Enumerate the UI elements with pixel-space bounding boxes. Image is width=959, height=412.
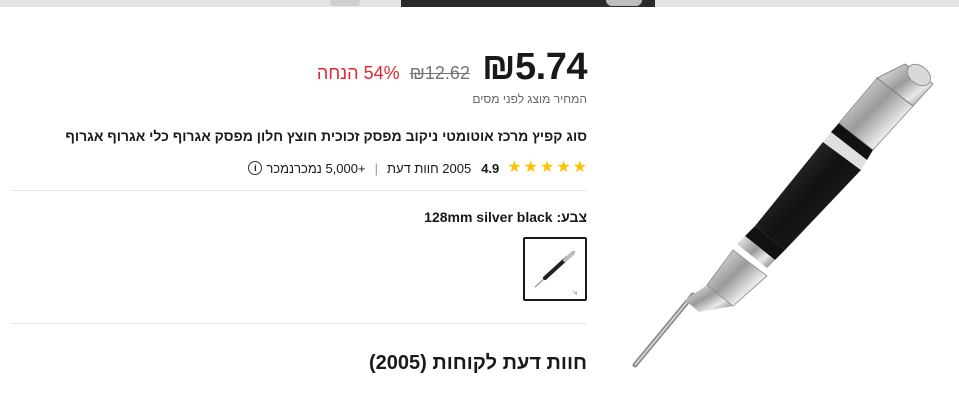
customer-reviews-heading: חוות דעת לקוחות (2005) bbox=[368, 352, 587, 374]
rating-stars[interactable]: ★ ★ ★ ★ ★ bbox=[507, 160, 587, 176]
rating-row: ★ ★ ★ ★ ★ 4.9 2005 חוות דעת | +5,000 נמכ… bbox=[12, 160, 587, 176]
divider bbox=[12, 323, 587, 324]
discount-badge: 54% הנחה bbox=[316, 63, 400, 83]
rating-value: 4.9 bbox=[481, 160, 500, 176]
meta-separator: | bbox=[374, 160, 378, 176]
color-selector-label: צבע: 128mm silver black bbox=[12, 209, 587, 225]
star-icon: ★ bbox=[556, 159, 571, 176]
price-row: ₪5.74 ₪12.62 54% הנחה bbox=[12, 40, 588, 90]
reviews-link[interactable]: 2005 חוות דעת bbox=[387, 161, 471, 176]
star-icon: ★ bbox=[539, 159, 555, 176]
original-price: ₪12.62 bbox=[409, 63, 470, 83]
product-info: ₪5.74 ₪12.62 54% הנחה המחיר מוצג לפני מס… bbox=[12, 40, 588, 375]
color-option-thumbnail[interactable]: 4" bbox=[523, 237, 587, 301]
divider bbox=[12, 190, 587, 191]
center-punch-image bbox=[632, 63, 934, 368]
sold-count: +5,000 נמכרנמכר bbox=[266, 160, 366, 176]
scroll-knob-2 bbox=[606, 0, 642, 6]
info-icon[interactable]: i bbox=[248, 161, 263, 175]
star-icon: ★ bbox=[572, 159, 587, 176]
product-image bbox=[615, 50, 955, 380]
current-price: ₪5.74 bbox=[481, 46, 588, 88]
star-icon: ★ bbox=[507, 159, 522, 176]
color-label: צבע: bbox=[556, 209, 587, 225]
scroll-knob bbox=[330, 0, 360, 6]
color-value: 128mm silver black bbox=[424, 209, 553, 225]
tax-note: המחיר מוצג לפני מסים bbox=[472, 92, 587, 106]
top-strip bbox=[0, 0, 959, 7]
star-icon: ★ bbox=[523, 159, 538, 176]
punch-thumbnail-icon: 4" bbox=[534, 250, 577, 297]
product-title: סוג קפיץ מרכז אוטומטי ניקוב מפסק זכוכית … bbox=[65, 128, 587, 144]
svg-text:4": 4" bbox=[572, 291, 577, 297]
